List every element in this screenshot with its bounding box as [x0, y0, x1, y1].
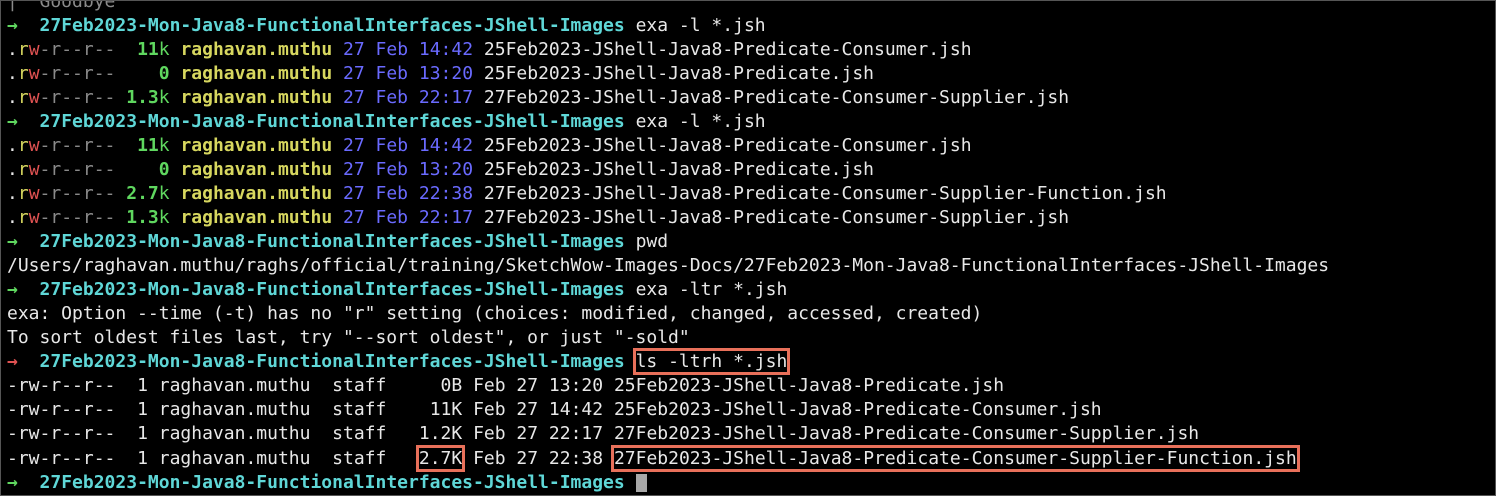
highlighted-size: 2.7K	[415, 445, 466, 472]
output-fragment: | Goodbye	[7, 0, 116, 14]
prompt-line: → 27Feb2023-Mon-Java8-FunctionalInterfac…	[7, 471, 647, 495]
error-line: To sort oldest files last, try "--sort o…	[7, 327, 690, 348]
cursor-block[interactable]	[635, 474, 647, 492]
prompt-line: → 27Feb2023-Mon-Java8-FunctionalInterfac…	[7, 110, 766, 134]
prompt-directory: 27Feb2023-Mon-Java8-FunctionalInterfaces…	[39, 231, 625, 252]
command-text: exa -ltr *.jsh	[635, 279, 788, 300]
goodbye-text: | Goodbye	[7, 0, 116, 12]
terminal-window[interactable]: | Goodbye → 27Feb2023-Mon-Java8-Function…	[0, 0, 1496, 496]
exa-row: .rw-r--r-- 0 raghavan.muthu 27 Feb 13:20…	[7, 63, 875, 84]
prompt-arrow-icon: →	[7, 279, 18, 300]
prompt-directory: 27Feb2023-Mon-Java8-FunctionalInterfaces…	[39, 351, 625, 372]
prompt-arrow-icon: →	[7, 351, 18, 372]
command-text: pwd	[635, 231, 669, 252]
prompt-directory: 27Feb2023-Mon-Java8-FunctionalInterfaces…	[39, 472, 625, 493]
ls-row: -rw-r--r-- 1 raghavan.muthu staff 11K Fe…	[7, 399, 1102, 420]
highlighted-command: ls -ltrh *.jsh	[632, 348, 791, 375]
ls-row: -rw-r--r-- 1 raghavan.muthu staff 2.7K F…	[7, 445, 1300, 472]
highlighted-filename: 27Feb2023-JShell-Java8-Predicate-Consume…	[610, 445, 1300, 472]
ls-row: -rw-r--r-- 1 raghavan.muthu staff 1.2K F…	[7, 423, 1200, 444]
prompt-directory: 27Feb2023-Mon-Java8-FunctionalInterfaces…	[39, 111, 625, 132]
exa-row: .rw-r--r-- 1.3k raghavan.muthu 27 Feb 22…	[7, 87, 1070, 108]
prompt-directory: 27Feb2023-Mon-Java8-FunctionalInterfaces…	[39, 15, 625, 36]
prompt-arrow-icon: →	[7, 472, 18, 493]
exa-row: .rw-r--r-- 1.3k raghavan.muthu 27 Feb 22…	[7, 207, 1070, 228]
prompt-line: → 27Feb2023-Mon-Java8-FunctionalInterfac…	[7, 230, 668, 254]
exa-row: .rw-r--r-- 11k raghavan.muthu 27 Feb 14:…	[7, 135, 972, 156]
prompt-line: → 27Feb2023-Mon-Java8-FunctionalInterfac…	[7, 278, 787, 302]
prompt-line: → 27Feb2023-Mon-Java8-FunctionalInterfac…	[7, 348, 791, 375]
prompt-arrow-icon: →	[7, 231, 18, 252]
pwd-output: /Users/raghavan.muthu/raghs/official/tra…	[7, 255, 1330, 276]
prompt-arrow-icon: →	[7, 111, 18, 132]
exa-row: .rw-r--r-- 2.7k raghavan.muthu 27 Feb 22…	[7, 183, 1167, 204]
prompt-line: → 27Feb2023-Mon-Java8-FunctionalInterfac…	[7, 14, 766, 38]
exa-row: .rw-r--r-- 11k raghavan.muthu 27 Feb 14:…	[7, 39, 972, 60]
prompt-directory: 27Feb2023-Mon-Java8-FunctionalInterfaces…	[39, 279, 625, 300]
ls-row: -rw-r--r-- 1 raghavan.muthu staff 0B Feb…	[7, 375, 1005, 396]
prompt-arrow-icon: →	[7, 15, 18, 36]
command-text: exa -l *.jsh	[635, 15, 766, 36]
command-text: exa -l *.jsh	[635, 111, 766, 132]
error-line: exa: Option --time (-t) has no "r" setti…	[7, 303, 983, 324]
exa-row: .rw-r--r-- 0 raghavan.muthu 27 Feb 13:20…	[7, 159, 875, 180]
